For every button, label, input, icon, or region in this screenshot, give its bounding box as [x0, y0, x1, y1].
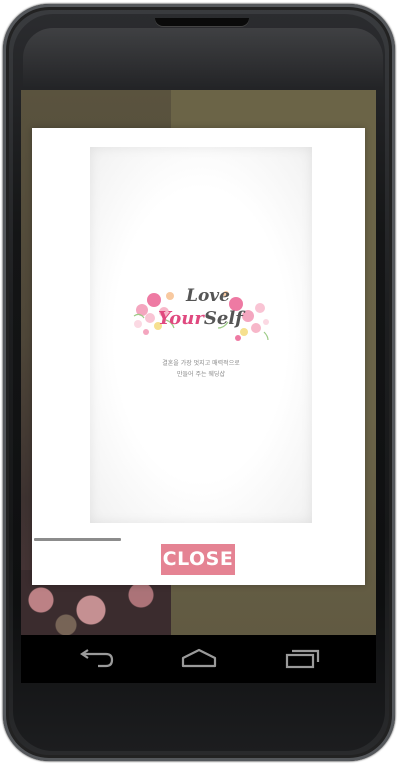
tagline-line-1: 결혼을 가장 멋지고 매력적으로 — [162, 360, 240, 367]
recent-apps-icon[interactable] — [283, 646, 323, 670]
android-navigation-bar — [21, 635, 376, 683]
logo-preview-image: Love YourSelf 결혼을 가장 멋지고 매력적으로 만들어 주는 웨딩… — [90, 147, 312, 523]
logo-text-self: Self — [203, 308, 243, 329]
phone-gloss — [23, 28, 383, 88]
logo-text-yourself: YourSelf — [158, 308, 243, 329]
popup-dialog: Love YourSelf 결혼을 가장 멋지고 매력적으로 만들어 주는 웨딩… — [32, 128, 365, 585]
back-icon[interactable] — [76, 646, 116, 670]
tagline-line-2: 만들어 주는 웨딩샵 — [177, 371, 225, 378]
device-frame: Love YourSelf 결혼을 가장 멋지고 매력적으로 만들어 주는 웨딩… — [0, 0, 400, 765]
logo-text-your: Your — [158, 308, 204, 329]
love-yourself-logo: Love YourSelf — [128, 282, 274, 352]
logo-tagline: 결혼을 가장 멋지고 매력적으로 만들어 주는 웨딩샵 — [90, 358, 312, 380]
earpiece-speaker — [155, 18, 249, 26]
logo-text-love: Love — [186, 286, 230, 306]
home-icon[interactable] — [179, 646, 219, 670]
close-button[interactable]: CLOSE — [161, 544, 235, 575]
progress-indicator — [34, 538, 121, 541]
